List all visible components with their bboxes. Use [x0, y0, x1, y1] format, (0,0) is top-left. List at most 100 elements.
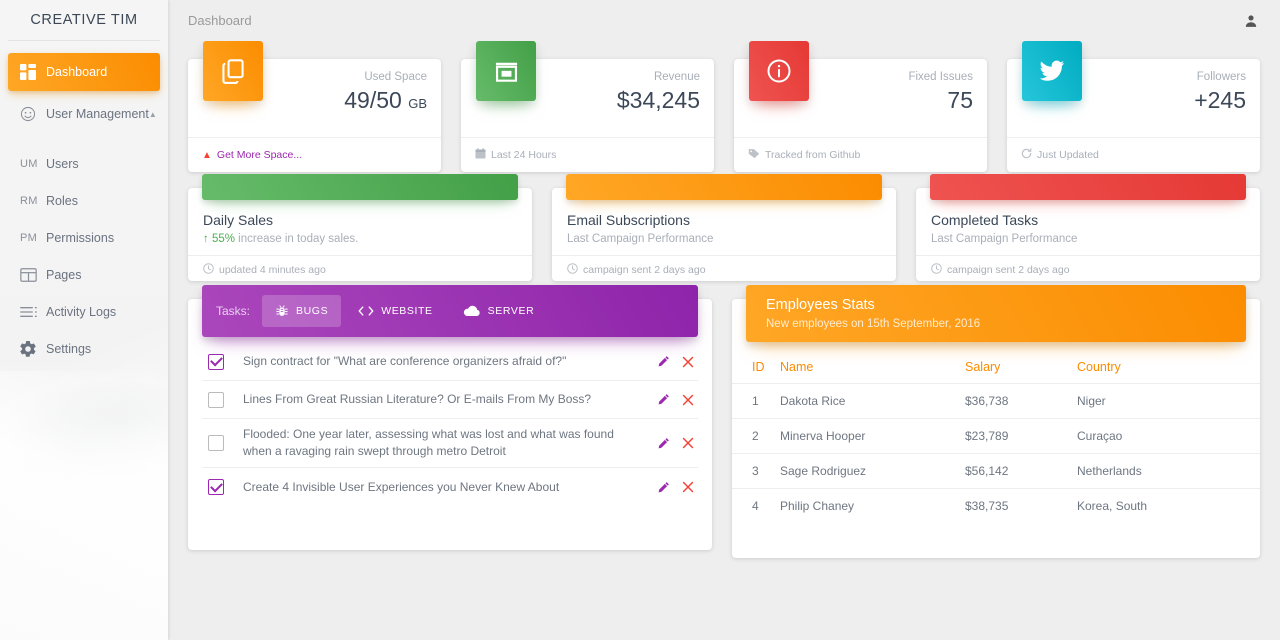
sidebar-item-label: Dashboard: [46, 65, 107, 79]
person-icon[interactable]: [1244, 14, 1258, 28]
stat-card-used-space: Used Space 49/50 GB ▲ Get More Space...: [188, 59, 441, 172]
pages-icon: [20, 268, 46, 282]
sidebar-item-label: Activity Logs: [46, 305, 116, 319]
close-icon[interactable]: [682, 437, 694, 449]
copy-icon: [203, 41, 263, 101]
sidebar-item-label: Users: [46, 157, 79, 171]
chart-subtitle: Last Campaign Performance: [567, 231, 881, 248]
twitter-icon: [1022, 41, 1082, 101]
table-header-row: ID Name Salary Country: [732, 354, 1260, 384]
cell-country: Niger: [1077, 384, 1260, 419]
get-more-space-link[interactable]: Get More Space...: [217, 149, 302, 161]
user-circle-icon: [20, 106, 46, 122]
brand-logo[interactable]: CREATIVE TIM: [8, 0, 160, 41]
page-title: Dashboard: [188, 13, 252, 28]
chart-card-daily-sales: Daily Sales ↑ 55% increase in today sale…: [188, 188, 532, 281]
column-header-name: Name: [780, 354, 965, 384]
cell-country: Netherlands: [1077, 454, 1260, 489]
tag-icon: [748, 148, 760, 162]
sidebar-item-label: Pages: [46, 268, 81, 282]
employees-title: Employees Stats: [766, 295, 1246, 315]
cell-id: 4: [732, 489, 780, 524]
sidebar-item-dashboard[interactable]: Dashboard: [8, 53, 160, 91]
pencil-icon[interactable]: [657, 437, 670, 450]
sidebar-item-users[interactable]: UM Users: [8, 145, 160, 182]
cell-country: Korea, South: [1077, 489, 1260, 524]
table-row: 2 Minerva Hooper $23,789 Curaçao: [732, 419, 1260, 454]
sidebar-item-label: Settings: [46, 342, 91, 356]
cell-salary: $38,735: [965, 489, 1077, 524]
cell-salary: $23,789: [965, 419, 1077, 454]
stat-foot-text: Last 24 Hours: [491, 149, 556, 161]
stat-label: Revenue: [536, 69, 700, 85]
list-icon: [20, 306, 46, 318]
sidebar-item-abbr: PM: [20, 232, 46, 244]
sidebar-item-settings[interactable]: Settings: [8, 330, 160, 367]
info-icon: [749, 41, 809, 101]
cloud-icon: [463, 305, 481, 317]
sidebar-item-user-management[interactable]: User Management ▲: [8, 95, 160, 133]
tab-website[interactable]: WEBSITE: [345, 295, 445, 327]
sidebar-item-abbr: UM: [20, 158, 46, 170]
stat-label: Fixed Issues: [809, 69, 973, 85]
pencil-icon[interactable]: [657, 481, 670, 494]
warning-triangle-icon: ▲: [202, 150, 212, 161]
clock-icon: [931, 263, 942, 277]
table-row: 1 Dakota Rice $36,738 Niger: [732, 384, 1260, 419]
tab-label: BUGS: [296, 305, 328, 317]
sidebar: CREATIVE TIM Dashboard: [0, 0, 168, 640]
chart-subtitle: ↑ 55% increase in today sales.: [203, 231, 517, 248]
sidebar-item-roles[interactable]: RM Roles: [8, 182, 160, 219]
chart-title: Daily Sales: [203, 211, 517, 230]
content-area: Used Space 49/50 GB ▲ Get More Space...: [168, 41, 1280, 640]
sidebar-item-pages[interactable]: Pages: [8, 256, 160, 293]
chart-card-completed-tasks: Completed Tasks Last Campaign Performanc…: [916, 188, 1260, 281]
close-icon[interactable]: [682, 356, 694, 368]
stat-foot-text: Tracked from Github: [765, 149, 860, 161]
task-checkbox[interactable]: [208, 392, 224, 408]
sidebar-item-activity-logs[interactable]: Activity Logs: [8, 293, 160, 330]
chart-card-email-subscriptions: Email Subscriptions Last Campaign Perfor…: [552, 188, 896, 281]
task-checkbox[interactable]: [208, 354, 224, 370]
employees-card: Employees Stats New employees on 15th Se…: [732, 299, 1260, 558]
stat-card-fixed-issues: Fixed Issues 75 T: [734, 59, 987, 172]
stat-number: 49/50: [344, 87, 402, 113]
code-icon: [358, 305, 374, 317]
task-row: Sign contract for "What are conference o…: [202, 343, 698, 381]
sidebar-item-permissions[interactable]: PM Permissions: [8, 219, 160, 256]
column-header-id: ID: [732, 354, 780, 384]
tab-server[interactable]: SERVER: [450, 295, 548, 327]
stat-value: +245: [1082, 85, 1246, 115]
sidebar-item-label: Permissions: [46, 231, 114, 245]
gear-icon: [20, 341, 46, 357]
stat-unit: GB: [408, 96, 427, 111]
tasks-card: Tasks:: [188, 299, 712, 550]
task-row: Create 4 Invisible User Experiences you …: [202, 468, 698, 506]
tasks-header: Tasks:: [202, 285, 698, 337]
employees-table: ID Name Salary Country 1 Dakota Rice $36…: [732, 354, 1260, 523]
bottom-row: Tasks:: [188, 299, 1260, 558]
employees-header: Employees Stats New employees on 15th Se…: [746, 285, 1246, 342]
chart-title: Email Subscriptions: [567, 211, 881, 230]
table-row: 4 Philip Chaney $38,735 Korea, South: [732, 489, 1260, 524]
task-checkbox[interactable]: [208, 479, 224, 495]
task-checkbox[interactable]: [208, 435, 224, 451]
chart-foot-text: campaign sent 2 days ago: [947, 264, 1070, 276]
stat-number: 75: [947, 87, 973, 113]
table-row: 3 Sage Rodriguez $56,142 Netherlands: [732, 454, 1260, 489]
employees-subtitle: New employees on 15th September, 2016: [766, 316, 1246, 333]
close-icon[interactable]: [682, 394, 694, 406]
dashboard-app: CREATIVE TIM Dashboard: [0, 0, 1280, 640]
stat-value: $34,245: [536, 85, 700, 115]
tab-bugs[interactable]: BUGS: [262, 295, 341, 327]
pencil-icon[interactable]: [657, 393, 670, 406]
stat-card-followers: Followers +245 Ju: [1007, 59, 1260, 172]
task-text: Flooded: One year later, assessing what …: [243, 426, 657, 460]
chart-title: Completed Tasks: [931, 211, 1245, 230]
stat-foot-text: Just Updated: [1037, 149, 1099, 161]
chart-plot-area: [930, 174, 1246, 200]
close-icon[interactable]: [682, 481, 694, 493]
pencil-icon[interactable]: [657, 355, 670, 368]
stat-number: +245: [1194, 87, 1246, 113]
cell-id: 2: [732, 419, 780, 454]
